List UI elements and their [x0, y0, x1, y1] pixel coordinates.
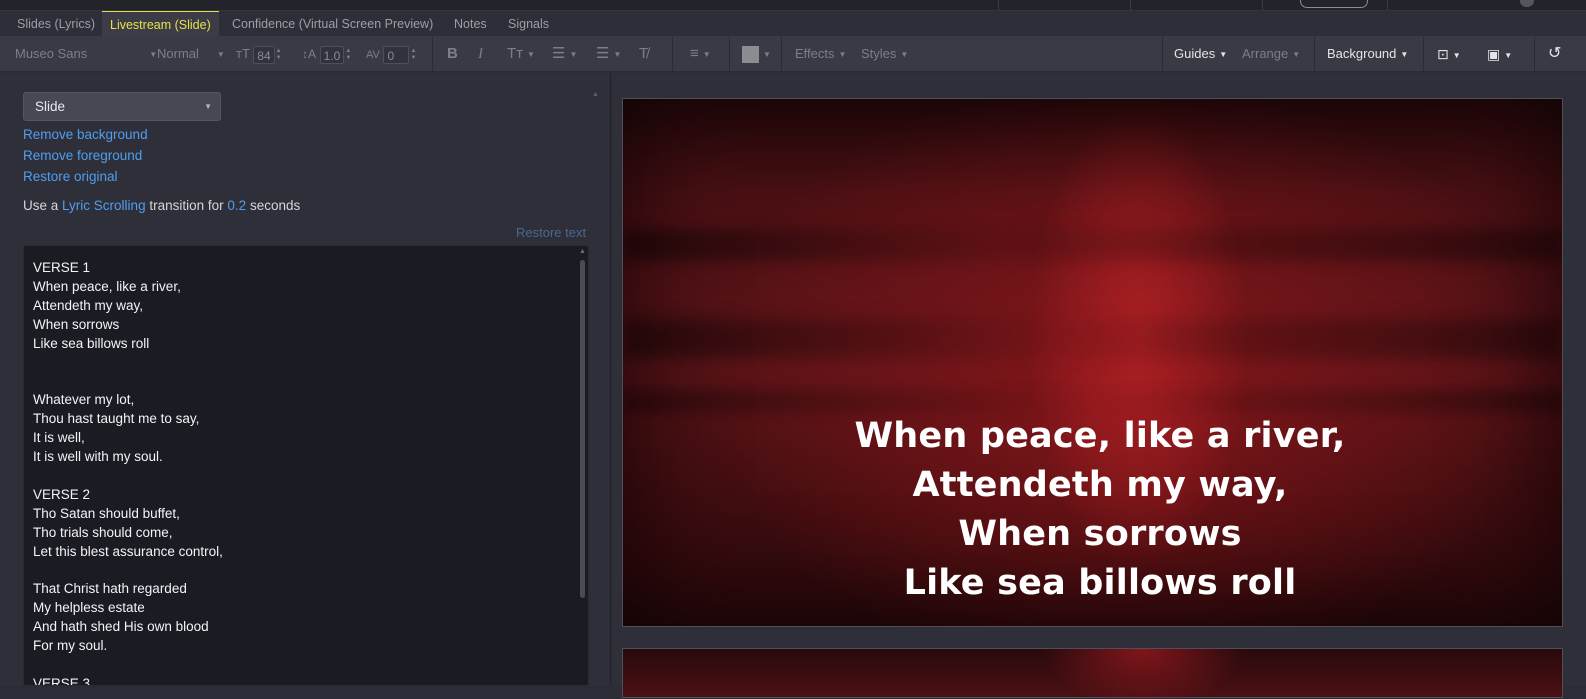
slide-lyrics-text[interactable]: When peace, like a river, Attendeth my w…: [823, 412, 1377, 608]
effects-menu[interactable]: Effects ▼: [795, 36, 846, 72]
restore-original-link[interactable]: Restore original: [23, 169, 118, 184]
line-height-input[interactable]: 1.0: [319, 45, 345, 64]
user-avatar[interactable]: [1520, 0, 1534, 7]
strip-divider: [998, 0, 999, 11]
slide-line: When peace, like a river,: [854, 416, 1346, 456]
align-icon[interactable]: ≡ ▼: [690, 36, 711, 72]
color-swatch: [742, 46, 759, 64]
strip-divider: [1262, 0, 1263, 11]
list-icon[interactable]: ☰ ▼: [552, 36, 577, 72]
restore-text-link[interactable]: Restore text: [516, 225, 586, 240]
transition-suffix: seconds: [249, 198, 301, 213]
letter-spacing-icon: AV: [366, 49, 380, 61]
font-size-input[interactable]: 84: [253, 45, 275, 64]
top-pill-button[interactable]: [1300, 0, 1368, 8]
tab-livestream-slide[interactable]: Livestream (Slide): [102, 11, 219, 36]
format-toolbar: Museo Sans ▼ Normal ▼ ᴛT 84 ▲ ▼ ↕A 1.0 ▲ ▼ AV …: [0, 36, 1586, 72]
arrange-menu[interactable]: Arrange ▼: [1242, 36, 1300, 72]
tab-slides-lyrics[interactable]: Slides (Lyrics): [9, 11, 103, 36]
window-top-strip: [0, 0, 1586, 11]
transition-settings: Use a Lyric Scrolling transition for 0.2…: [23, 198, 300, 213]
editor-scroll-up-icon[interactable]: ▲: [579, 248, 586, 255]
letter-spacing-input[interactable]: 0: [383, 45, 410, 64]
font-family-select[interactable]: Museo Sans ▼: [15, 36, 157, 72]
remove-background-link[interactable]: Remove background: [23, 127, 148, 142]
tab-signals[interactable]: Signals: [500, 11, 557, 36]
slide-line: When sorrows: [958, 514, 1242, 554]
lyrics-editor[interactable]: VERSE 1 When peace, like a river, Attend…: [23, 245, 589, 686]
text-color-picker[interactable]: ▼: [742, 36, 771, 72]
line-height-icon: ↕A: [302, 47, 317, 61]
clear-format-icon[interactable]: T̸: [639, 36, 648, 72]
italic-icon[interactable]: I: [478, 36, 483, 72]
transition-prefix: Use a: [23, 198, 59, 213]
transition-type-link[interactable]: Lyric Scrolling: [62, 198, 146, 213]
bold-icon[interactable]: B: [447, 36, 458, 72]
text-transform-icon[interactable]: Tт ▼: [507, 36, 535, 72]
styles-menu[interactable]: Styles ▼: [861, 36, 908, 72]
remove-foreground-link[interactable]: Remove foreground: [23, 148, 142, 163]
strip-divider: [1387, 0, 1388, 11]
text-box-icon[interactable]: ⊡ ▼: [1437, 36, 1461, 72]
editor-tabs: Slides (Lyrics) Livestream (Slide) Confi…: [0, 11, 1586, 36]
tab-confidence[interactable]: Confidence (Virtual Screen Preview): [224, 11, 441, 36]
background-menu[interactable]: Background ▼: [1327, 36, 1408, 72]
chevron-down-icon: ▼: [204, 102, 212, 111]
slide-properties-panel: ▲ Slide ▼ Remove background Remove foreg…: [0, 73, 611, 686]
layer-select[interactable]: Slide ▼: [23, 92, 221, 121]
font-size-control[interactable]: ᴛT 84 ▲ ▼: [236, 36, 282, 72]
lyrics-text[interactable]: VERSE 1 When peace, like a river, Attend…: [33, 259, 223, 685]
indent-icon[interactable]: ☰ ▼: [596, 36, 621, 72]
editor-scrollbar[interactable]: [580, 260, 585, 598]
transition-mid-text: transition for: [149, 198, 224, 213]
line-height-control[interactable]: ↕A 1.0 ▲ ▼: [302, 36, 351, 72]
transition-duration-link[interactable]: 0.2: [227, 198, 246, 213]
strip-divider: [1130, 0, 1131, 11]
slide-line: Attendeth my way,: [912, 465, 1288, 505]
tab-notes[interactable]: Notes: [446, 11, 495, 36]
line-height-spinner-icon[interactable]: ▲ ▼: [345, 48, 351, 62]
guides-menu[interactable]: Guides ▼: [1174, 36, 1227, 72]
slide-line: Like sea billows roll: [903, 563, 1297, 603]
font-weight-select[interactable]: Normal ▼: [157, 36, 225, 72]
background-texture: [1043, 649, 1243, 699]
letter-spacing-control[interactable]: AV 0 ▲ ▼: [366, 36, 416, 72]
slide-preview[interactable]: When peace, like a river, Attendeth my w…: [622, 98, 1563, 627]
font-size-icon: ᴛT: [236, 46, 250, 61]
panel-scroll-up-icon[interactable]: ▲: [592, 91, 599, 98]
preview-panel: When peace, like a river, Attendeth my w…: [612, 73, 1586, 699]
font-size-spinner-icon[interactable]: ▲ ▼: [276, 48, 282, 62]
image-icon[interactable]: ▣ ▼: [1487, 36, 1512, 72]
next-slide-preview[interactable]: [622, 648, 1563, 699]
undo-icon[interactable]: ↺: [1548, 36, 1561, 72]
letter-spacing-spinner-icon[interactable]: ▲ ▼: [410, 48, 416, 62]
